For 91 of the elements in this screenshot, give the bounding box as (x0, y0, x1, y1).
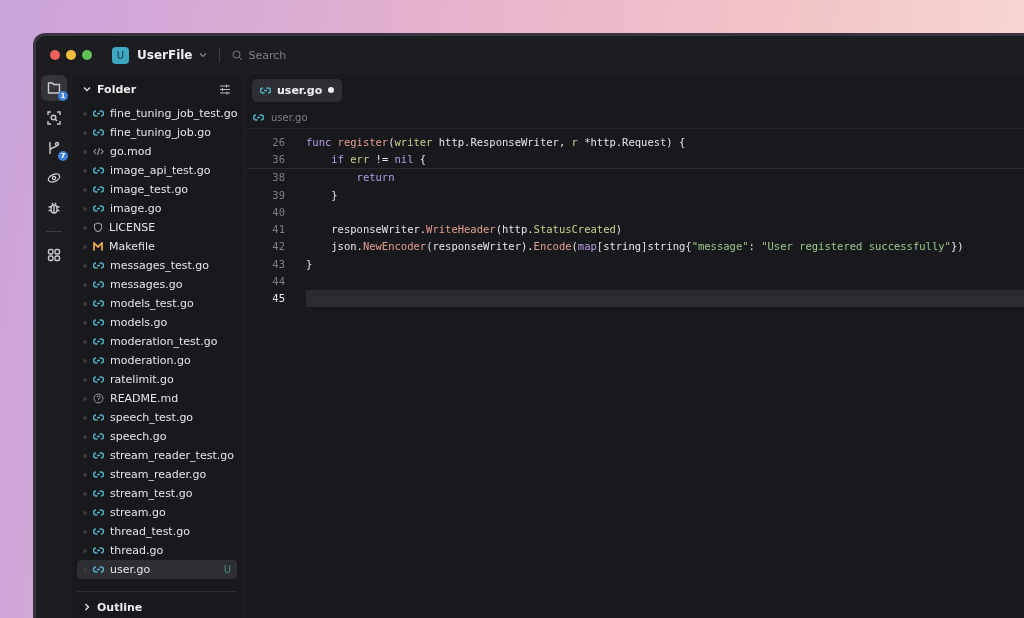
section-title[interactable]: Outline (97, 600, 143, 614)
line-number: 26 (271, 135, 285, 148)
file-item[interactable]: messages.go (77, 275, 237, 294)
git-branch-icon (47, 141, 61, 155)
line-number: 45 (271, 292, 285, 305)
shield-icon (93, 222, 103, 233)
code-line: if err != nil { (330, 151, 428, 167)
m-icon (93, 242, 103, 251)
file-item[interactable]: image_api_test.go (77, 161, 237, 180)
go-file-icon (93, 300, 104, 307)
file-item[interactable]: Makefile (77, 237, 237, 256)
go-file-icon (93, 433, 104, 440)
file-item[interactable]: image_test.go (77, 180, 237, 199)
go-file-icon (93, 509, 104, 516)
workspace-name[interactable]: UserFile (137, 48, 193, 62)
files-icon (47, 81, 61, 95)
go-file-icon (93, 414, 104, 421)
file-item[interactable]: thread_test.go (77, 522, 237, 541)
line-number: 36 (271, 152, 285, 165)
go-file-icon (93, 357, 104, 364)
editor-tab[interactable]: user.go (252, 78, 343, 102)
maximize-button[interactable] (82, 50, 92, 60)
code-line: } (306, 256, 314, 272)
go-file-icon (93, 338, 104, 345)
go-file-icon (93, 281, 104, 288)
line-number: 38 (271, 171, 285, 184)
file-item[interactable]: moderation_test.go (77, 332, 237, 351)
file-item[interactable]: fine_tuning_job_test.go (77, 104, 237, 123)
go-file-icon (93, 319, 104, 326)
go-file-icon (93, 376, 104, 383)
go-file-icon (93, 129, 104, 136)
file-item[interactable]: ratelimit.go (77, 370, 237, 389)
bug-icon (47, 201, 61, 215)
go-file-icon (253, 113, 264, 121)
file-item[interactable]: models_test.go (77, 294, 237, 313)
go-file-icon (93, 566, 104, 573)
git-status: U (223, 564, 231, 575)
file-item[interactable]: stream_reader.go (77, 465, 237, 484)
file-item[interactable]: models.go (77, 313, 237, 332)
file-item[interactable]: stream.go (77, 503, 237, 522)
search-icon (231, 49, 243, 61)
code-line: json.NewEncoder(responseWriter).Encode(map[string]string{"message": "User registered successfully"}) (330, 239, 965, 255)
minimize-button[interactable] (66, 50, 76, 60)
file-item[interactable]: LICENSE (77, 218, 237, 237)
scan-search-icon (47, 111, 61, 125)
line-number: 41 (271, 223, 285, 236)
file-item[interactable]: stream_reader_test.go (77, 446, 237, 465)
go-file-icon (93, 528, 104, 535)
file-item[interactable]: messages_test.go (77, 256, 237, 275)
eye-icon (47, 171, 61, 185)
go-file-icon (93, 262, 104, 269)
close-button[interactable] (50, 50, 60, 60)
filter-settings-icon[interactable] (219, 83, 231, 95)
go-file-icon (93, 452, 104, 459)
line-number: 40 (271, 205, 285, 218)
file-item[interactable]: speech.go (77, 427, 237, 446)
file-item[interactable]: image.go (77, 199, 237, 218)
code-file-icon (93, 147, 104, 156)
grid-icon (47, 248, 61, 262)
code-line: } (330, 187, 339, 203)
go-file-icon (93, 205, 104, 212)
chevron-icon[interactable] (83, 603, 91, 611)
file-item[interactable]: fine_tuning_job.go (77, 123, 237, 142)
file-item[interactable]: moderation.go (77, 351, 237, 370)
go-file-icon (93, 471, 104, 478)
go-file-icon (93, 110, 104, 117)
line-number: 44 (271, 275, 285, 287)
search-field[interactable]: Search (231, 48, 287, 62)
file-item[interactable]: README.md (77, 389, 237, 408)
file-item[interactable]: speech_test.go (77, 408, 237, 427)
code-line: responseWriter.WriteHeader(http.StatusCreated) (330, 222, 624, 238)
chevron-icon[interactable] (83, 85, 91, 93)
file-item[interactable]: stream_test.go (77, 484, 237, 503)
workspace-avatar: U (112, 46, 129, 64)
file-item[interactable]: user.go U (77, 560, 237, 579)
go-file-icon (93, 547, 104, 554)
go-file-icon (260, 86, 271, 94)
go-file-icon (93, 490, 104, 497)
question-icon (93, 393, 104, 404)
line-number: 39 (271, 188, 285, 201)
section-title[interactable]: Folder (97, 82, 137, 96)
code-line: return (355, 170, 396, 186)
chevron-down-icon[interactable] (198, 52, 207, 58)
line-number: 42 (271, 240, 285, 253)
code-line: func register(writer http.ResponseWriter, r *http.Request) { (306, 134, 687, 150)
line-number: 43 (271, 257, 285, 270)
breadcrumb[interactable]: user.go (271, 111, 308, 123)
file-item[interactable]: go.mod (77, 142, 237, 161)
go-file-icon (93, 167, 104, 174)
file-item[interactable]: thread.go (77, 541, 237, 560)
go-file-icon (93, 186, 104, 193)
